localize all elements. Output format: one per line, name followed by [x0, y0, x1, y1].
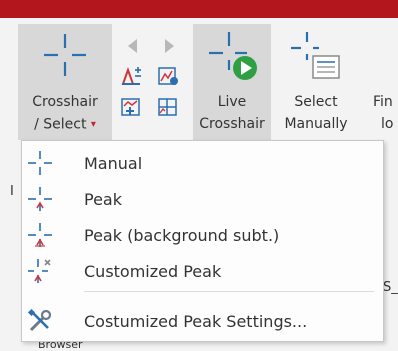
- crosshair-custom-peak-icon: [25, 257, 55, 285]
- chart-user-icon[interactable]: [157, 66, 179, 86]
- crosshair-label-line1: Crosshair: [32, 94, 98, 110]
- live-label-line2: Crosshair: [199, 116, 265, 132]
- menu-item-manual[interactable]: Manual: [22, 145, 383, 181]
- menu-item-label: Manual: [84, 153, 143, 173]
- menu-item-label: Customized Peak: [84, 261, 222, 281]
- select-manually-button[interactable]: Select Manually: [277, 24, 355, 141]
- crosshair-dropdown-menu: Manual Peak Peak (background subt.) Cust…: [21, 140, 384, 342]
- background-panel: I: [0, 140, 21, 344]
- crosshair-peak-icon: [25, 185, 55, 213]
- live-crosshair-icon: [209, 32, 257, 80]
- crosshair-icon: [25, 149, 55, 177]
- select-manually-icon: [291, 32, 340, 79]
- chevron-down-icon: ▾: [90, 119, 96, 130]
- find-label-line1: Fin: [373, 94, 393, 110]
- menu-item-customized-peak[interactable]: Customized Peak: [22, 253, 383, 289]
- live-crosshair-button[interactable]: Live Crosshair: [193, 24, 271, 141]
- background-right-fragment: S_: [383, 280, 398, 295]
- menu-item-customized-peak-settings[interactable]: Costumized Peak Settings...: [22, 303, 383, 339]
- live-label-line1: Live: [217, 94, 247, 110]
- next-arrow-icon[interactable]: [158, 36, 180, 56]
- menu-item-peak[interactable]: Peak: [22, 181, 383, 217]
- crosshair-icon: [44, 34, 86, 76]
- menu-item-label: Peak (background subt.): [84, 225, 280, 245]
- crosshair-select-button[interactable]: Crosshair / Select ▾: [18, 24, 112, 141]
- menu-item-label: Costumized Peak Settings...: [84, 311, 308, 331]
- add-chart-icon[interactable]: [120, 97, 142, 117]
- previous-arrow-icon[interactable]: [122, 36, 144, 56]
- background-left-letter: I: [10, 184, 14, 199]
- crosshair-peak-bg-icon: [25, 221, 55, 249]
- menu-item-peak-background[interactable]: Peak (background subt.): [22, 217, 383, 253]
- grid-crosshair-icon[interactable]: [157, 97, 179, 117]
- tools-icon: [25, 307, 55, 335]
- find-label-line2: lo: [381, 116, 394, 132]
- menu-separator: [84, 291, 374, 292]
- title-bar-strip: [0, 0, 398, 18]
- peak-plus-minus-icon[interactable]: [120, 66, 142, 86]
- crosshair-label-line2: / Select ▾: [34, 116, 96, 133]
- menu-item-label: Peak: [84, 189, 122, 209]
- select-label-line1: Select: [294, 94, 338, 110]
- find-button[interactable]: Fin lo: [368, 24, 398, 141]
- select-label-line2: Manually: [284, 116, 348, 132]
